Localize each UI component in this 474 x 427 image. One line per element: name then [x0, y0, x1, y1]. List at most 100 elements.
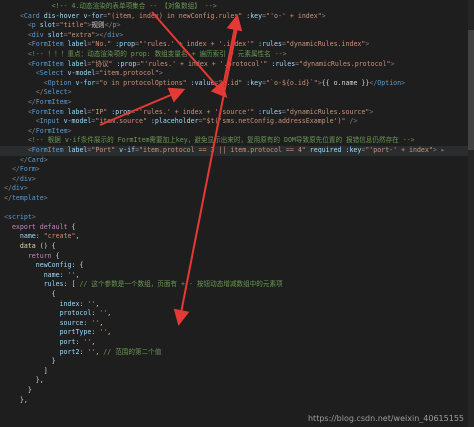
- code-line-text: index: '',: [4, 299, 100, 310]
- code-token: "create": [43, 232, 76, 241]
- code-token: "o in protocolOptions": [99, 78, 187, 87]
- code-line[interactable]: <!-- ！！！重点：动态渲染项的 prop: 数组变量名 + 遍历索引 + 元…: [0, 50, 474, 60]
- code-line[interactable]: </FormItem>: [0, 127, 474, 137]
- code-token: }: [4, 357, 56, 366]
- code-line[interactable]: name: '',: [0, 271, 474, 281]
- code-token: />: [345, 117, 358, 126]
- code-token: :prop: [111, 40, 136, 49]
- code-line[interactable]: <script>: [0, 213, 474, 223]
- code-token: :prop: [107, 107, 132, 116]
- code-line-text: <Select v-model="item.protocol">: [4, 69, 163, 79]
- code-line-text: rules: [ // 这个参数是一个数组，页面有 + - 按钮动态增减数组中的…: [4, 280, 283, 290]
- code-token: Card: [27, 155, 44, 164]
- code-token: Input: [39, 117, 60, 126]
- code-line[interactable]: index: '',: [0, 300, 474, 310]
- code-token: protocol: [4, 309, 92, 318]
- code-token: ,: [91, 338, 96, 346]
- code-line[interactable]: port: '',: [0, 338, 474, 348]
- code-line[interactable]: <FormItem label="IP" :prop="'rules.' + i…: [0, 108, 474, 118]
- code-token: >: [67, 126, 72, 135]
- code-line[interactable]: export default {: [0, 223, 474, 233]
- code-token: FormItem: [35, 98, 68, 106]
- code-token: Card: [23, 11, 40, 20]
- code-line-text: </template>: [4, 194, 48, 204]
- code-line[interactable]: </template>: [0, 194, 474, 204]
- code-line-text: <p slot="title">规则</p>: [4, 21, 121, 31]
- code-token: >: [31, 213, 36, 222]
- code-line[interactable]: rules: [ // 这个参数是一个数组，页面有 + - 按钮动态增减数组中的…: [0, 280, 474, 290]
- code-token: "extra": [67, 30, 96, 39]
- code-line[interactable]: <FormItem label="Port" v-if="item.protoc…: [0, 146, 474, 156]
- code-line[interactable]: </div>: [0, 175, 474, 185]
- code-token: <: [4, 117, 40, 126]
- code-line[interactable]: <!-- 4.动态渲染的表单项集合 -- 【对象数组】 -->: [0, 2, 474, 12]
- code-line-text: <Option v-for="o in protocolOptions" :va…: [4, 79, 405, 89]
- code-line[interactable]: name: "create",: [0, 232, 474, 242]
- code-token: <: [4, 30, 32, 39]
- code-token: div: [19, 174, 32, 183]
- code-line[interactable]: </FormItem>: [0, 98, 474, 108]
- code-token: v-if: [115, 146, 136, 154]
- code-token: <: [4, 40, 32, 49]
- vertical-scrollbar[interactable]: [468, 0, 474, 427]
- code-line[interactable]: <div slot="extra"></div>: [0, 31, 474, 41]
- code-line[interactable]: data () {: [0, 242, 474, 252]
- code-line[interactable]: }: [0, 357, 474, 367]
- code-line[interactable]: <Select v-model="item.protocol">: [0, 69, 474, 79]
- code-token: ,: [95, 299, 100, 308]
- code-line[interactable]: {: [0, 290, 474, 300]
- code-line-text: },: [4, 376, 44, 386]
- code-line[interactable]: <p slot="title">规则</p>: [0, 21, 474, 31]
- code-token: ></: [95, 30, 108, 39]
- code-line-text: <Input v-model="item.source" :placeholde…: [4, 117, 358, 127]
- code-line[interactable]: [0, 204, 474, 214]
- scrollbar-thumb[interactable]: [468, 30, 474, 150]
- code-line[interactable]: <FormItem label="No." :prop="'rules.' + …: [0, 40, 474, 50]
- code-token: >: [67, 88, 72, 97]
- code-token: "item.protocol": [99, 69, 159, 78]
- code-line[interactable]: <Option v-for="o in protocolOptions" :va…: [0, 79, 474, 89]
- code-line[interactable]: }: [0, 386, 474, 396]
- code-line[interactable]: <Input v-model="item.source" :placeholde…: [0, 117, 474, 127]
- code-token: >: [116, 21, 121, 30]
- code-token: name: [4, 232, 36, 241]
- code-line[interactable]: protocol: '',: [0, 309, 474, 319]
- code-line-text: <Card dis-hover v-for="(item, index) in …: [4, 12, 326, 22]
- code-line[interactable]: source: '',: [0, 319, 474, 329]
- code-line[interactable]: port2: '', // 范围的第二个值: [0, 348, 474, 358]
- code-line[interactable]: newConfig: {: [0, 261, 474, 271]
- code-token: "o.id": [218, 78, 243, 87]
- code-token: ,: [99, 318, 104, 327]
- code-line[interactable]: return {: [0, 252, 474, 262]
- code-token: </: [4, 184, 12, 193]
- code-line[interactable]: </Select>: [0, 88, 474, 98]
- code-line[interactable]: </Card>: [0, 156, 474, 166]
- code-token: <: [4, 21, 32, 30]
- code-token: },: [4, 376, 44, 385]
- code-token: "协议": [91, 59, 113, 68]
- code-token: "(item, index) in newConfig.rules": [107, 11, 243, 20]
- code-line[interactable]: <!-- 根据 v-if条件展示的 FormItem需要加上key，避免显示出来…: [0, 136, 474, 146]
- code-line-text: name: '',: [4, 271, 80, 281]
- code-line[interactable]: ]: [0, 367, 474, 377]
- code-token: : {: [71, 261, 84, 270]
- code-token: > ▸: [432, 146, 445, 154]
- code-token: "'rules.' + index + '.protocol'": [140, 59, 268, 68]
- code-line[interactable]: },: [0, 376, 474, 386]
- code-line[interactable]: </div>: [0, 184, 474, 194]
- code-line[interactable]: portType: '',: [0, 328, 474, 338]
- code-token: 规则: [91, 21, 105, 30]
- code-token: newConfig: [4, 261, 72, 270]
- code-token: "`o-${o.id}`": [266, 78, 318, 87]
- code-line[interactable]: <FormItem label="协议" :prop="'rules.' + i…: [0, 60, 474, 70]
- code-editor[interactable]: <!-- 4.动态渲染的表单项集合 -- 【对象数组】 --> <Card di…: [0, 0, 474, 427]
- code-line[interactable]: },: [0, 396, 474, 406]
- code-line[interactable]: </Form>: [0, 165, 474, 175]
- code-line-text: <FormItem label="No." :prop="'rules.' + …: [4, 40, 370, 50]
- code-line[interactable]: <Card dis-hover v-for="(item, index) in …: [0, 12, 474, 22]
- code-token: Form: [19, 165, 36, 174]
- code-line-text: <!-- 4.动态渲染的表单项集合 -- 【对象数组】 -->: [4, 2, 217, 12]
- code-token: label: [63, 107, 88, 116]
